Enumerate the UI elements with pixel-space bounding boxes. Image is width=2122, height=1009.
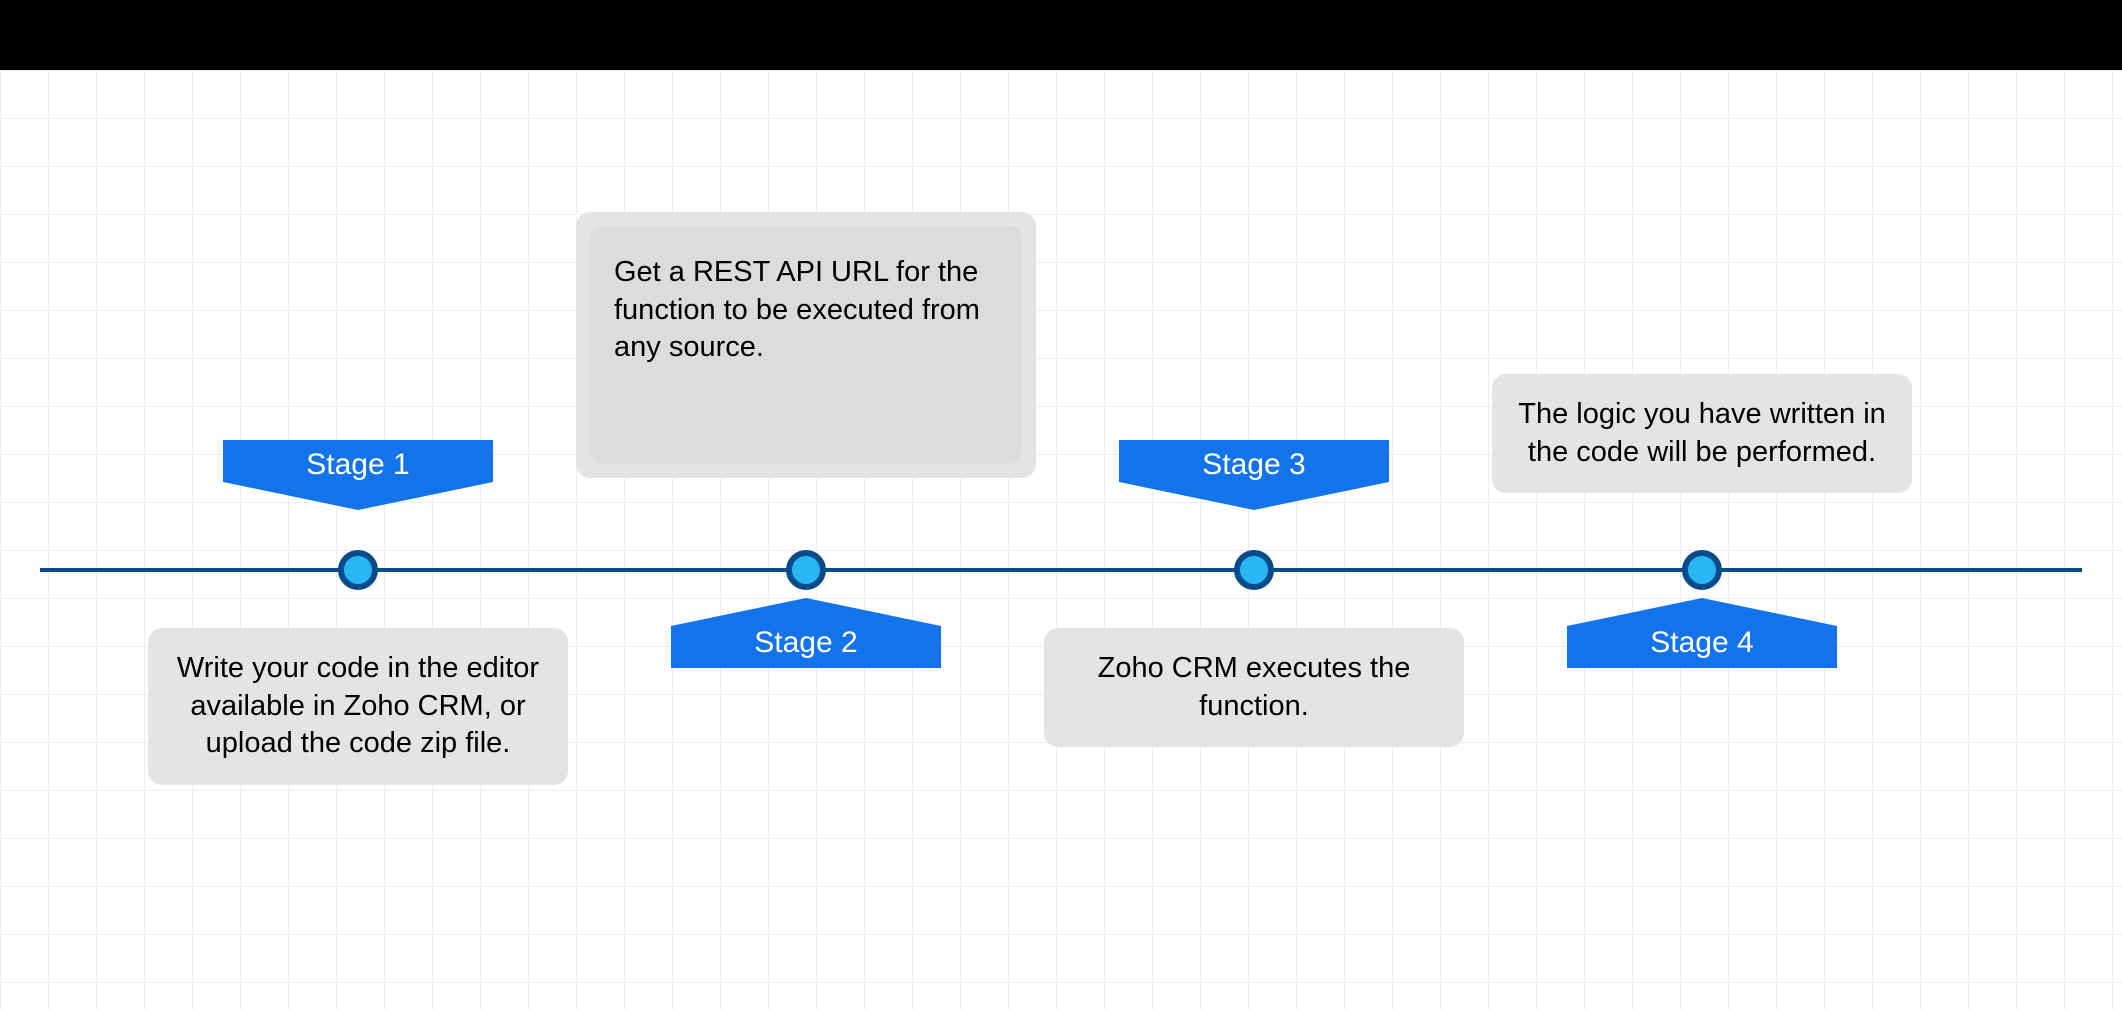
stage-box-2-outer: Get a REST API URL for the function to b…	[576, 212, 1036, 478]
grid-background	[0, 70, 2122, 1009]
timeline-node-4	[1682, 550, 1722, 590]
stage-box-3: Zoho CRM executes the function.	[1044, 628, 1464, 747]
stage-label: Stage 4	[1650, 626, 1753, 660]
stage-label: Stage 2	[754, 626, 857, 660]
stage-description: Write your code in the editor available …	[177, 652, 539, 759]
stage-label: Stage 1	[306, 448, 409, 482]
stage-description: The logic you have written in the code w…	[1518, 398, 1886, 468]
stage-box-2-inner: Get a REST API URL for the function to b…	[590, 226, 1022, 464]
stage-description: Zoho CRM executes the function.	[1098, 652, 1411, 722]
stage-label: Stage 3	[1202, 448, 1305, 482]
stage-box-4: The logic you have written in the code w…	[1492, 374, 1912, 493]
stage-description: Get a REST API URL for the function to b…	[614, 256, 980, 363]
stage-box-1: Write your code in the editor available …	[148, 628, 568, 785]
timeline-node-2	[786, 550, 826, 590]
timeline-node-3	[1234, 550, 1274, 590]
timeline-node-1	[338, 550, 378, 590]
top-bar	[0, 0, 2122, 70]
